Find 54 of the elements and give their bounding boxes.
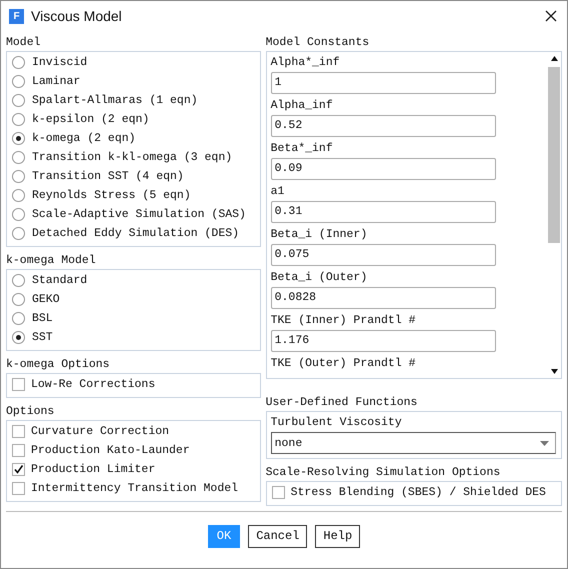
checkbox-option[interactable]: Production Limiter: [12, 460, 256, 479]
field-label: Alpha*_inf: [270, 55, 340, 71]
checkbox-option[interactable]: Production Kato-Launder: [12, 441, 256, 460]
radio-option[interactable]: Reynolds Stress (5 eqn): [12, 186, 256, 205]
radio-option[interactable]: Spalart-Allmaras (1 eqn): [12, 91, 256, 110]
field-label: TKE (Inner) Prandtl #: [270, 313, 416, 329]
input-field[interactable]: 0.075: [270, 244, 496, 266]
radio-option[interactable]: Transition SST (4 eqn): [12, 167, 256, 186]
field-label: Beta*_inf: [270, 141, 333, 157]
field-label: TKE (Outer) Prandtl #: [270, 356, 416, 372]
field-label: Beta_i (Outer): [270, 270, 368, 286]
dropdown-arrow-icon: [540, 440, 549, 446]
scroll-up-icon[interactable]: [550, 56, 558, 61]
group-label: Model Constants: [266, 35, 370, 51]
input-field[interactable]: 0.52: [270, 115, 496, 137]
field-label: Beta_i (Inner): [270, 227, 368, 243]
group-label: k-omega Model: [6, 253, 96, 269]
radio-option[interactable]: Standard: [12, 271, 256, 290]
group-label: Options: [6, 404, 54, 420]
input-field[interactable]: 0.09: [270, 158, 496, 180]
close-icon[interactable]: [545, 10, 557, 22]
radio-option[interactable]: SST: [12, 328, 256, 347]
check-icon: [13, 464, 24, 475]
radio-option[interactable]: Inviscid: [12, 53, 256, 72]
window-title: Viscous Model: [31, 8, 123, 24]
input-field[interactable]: 1.176: [270, 330, 496, 352]
checkbox-option[interactable]: Low-Re Corrections: [12, 375, 256, 394]
app-icon: F: [9, 8, 24, 24]
input-field[interactable]: 0.31: [270, 201, 496, 223]
checkbox-option[interactable]: Curvature Correction: [12, 422, 256, 441]
checkbox-option[interactable]: Stress Blending (SBES) / Shielded DES: [272, 483, 557, 502]
field-label: Alpha_inf: [270, 98, 333, 114]
field-label: Turbulent Viscosity: [270, 415, 403, 431]
radio-option[interactable]: Scale-Adaptive Simulation (SAS): [12, 205, 256, 224]
field-label: a1: [270, 184, 284, 200]
radio-option[interactable]: GEKO: [12, 290, 256, 309]
radio-option[interactable]: k-omega (2 eqn): [12, 129, 256, 148]
scroll-down-icon[interactable]: [550, 369, 558, 374]
dropdown[interactable]: none: [270, 432, 556, 454]
group-label: User-Defined Functions: [266, 395, 418, 411]
radio-option[interactable]: k-epsilon (2 eqn): [12, 110, 256, 129]
group-label: Scale-Resolving Simulation Options: [266, 465, 500, 481]
input-field[interactable]: 1: [270, 72, 496, 94]
checkbox-option[interactable]: Intermittency Transition Model: [12, 479, 256, 498]
dialog-button[interactable]: Cancel: [248, 524, 308, 548]
radio-option[interactable]: Detached Eddy Simulation (DES): [12, 224, 256, 243]
radio-option[interactable]: Laminar: [12, 72, 256, 91]
scroll-thumb[interactable]: [548, 67, 560, 243]
radio-option[interactable]: BSL: [12, 309, 256, 328]
group-label: Model: [6, 35, 41, 51]
radio-option[interactable]: Transition k-kl-omega (3 eqn): [12, 148, 256, 167]
input-field[interactable]: 0.0828: [270, 287, 496, 309]
group-label: k-omega Options: [6, 357, 110, 373]
dialog-button[interactable]: Help: [315, 524, 360, 548]
